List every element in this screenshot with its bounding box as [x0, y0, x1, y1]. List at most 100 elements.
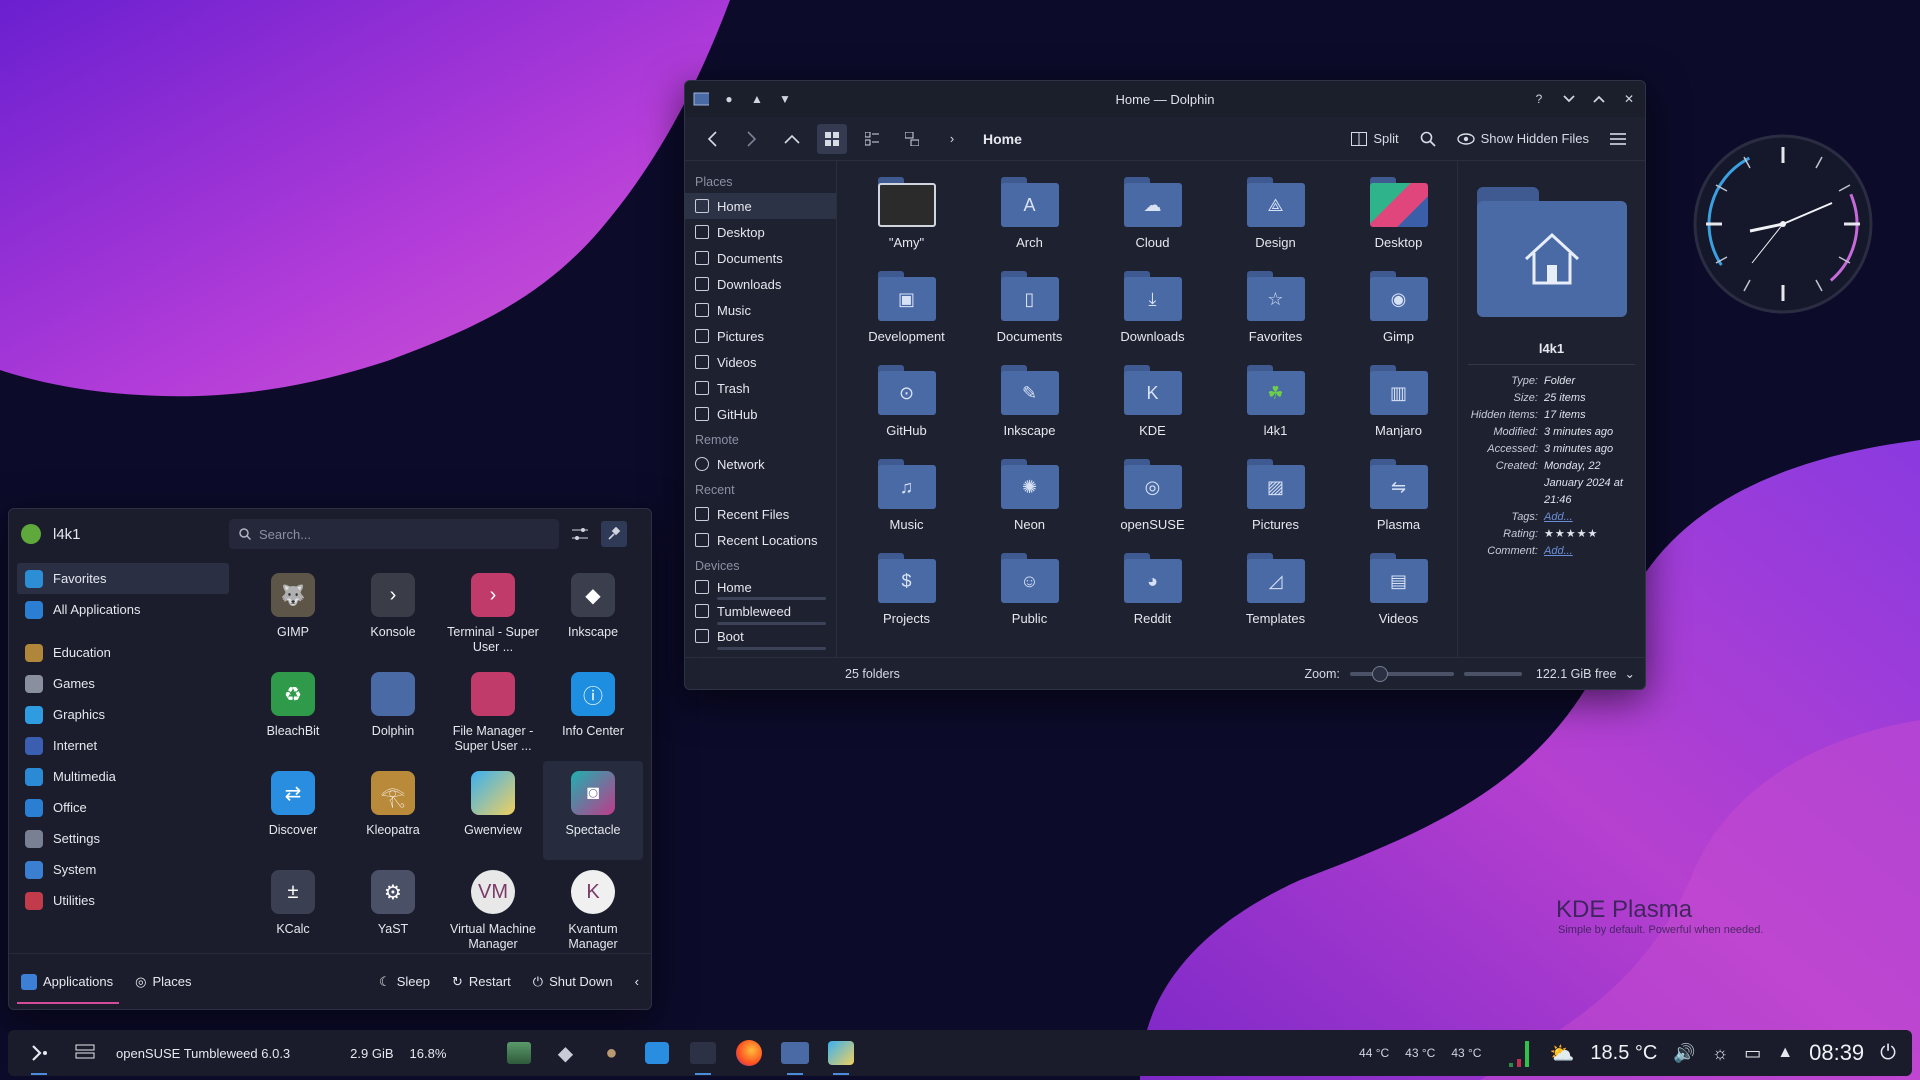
place-recent-locations[interactable]: Recent Locations	[685, 527, 836, 553]
app-spectacle[interactable]: ◙ Spectacle	[543, 761, 643, 860]
pin-button[interactable]	[601, 521, 627, 547]
shutdown-button[interactable]: ⏻ Shut Down	[533, 974, 613, 990]
category-favorites[interactable]: Favorites	[17, 563, 229, 594]
zoom-slider[interactable]	[1349, 665, 1454, 682]
compact-view-button[interactable]	[857, 124, 887, 154]
up-button[interactable]	[777, 124, 807, 154]
add-tags-link[interactable]: Add...	[1544, 509, 1635, 526]
memory-usage[interactable]: 2.9 GiB	[350, 1046, 393, 1061]
forward-button[interactable]	[737, 124, 767, 154]
app-yast[interactable]: ⚙ YaST	[343, 860, 443, 959]
breadcrumb[interactable]: Home	[983, 131, 1022, 147]
place-home[interactable]: Home	[685, 193, 836, 219]
app-kcalc[interactable]: ± KCalc	[243, 860, 343, 959]
minimize-icon[interactable]	[1561, 91, 1577, 107]
launcher-button[interactable]	[24, 1038, 54, 1075]
folder-item[interactable]: ⟁ Design	[1214, 173, 1337, 267]
app-kvantum-manager[interactable]: K Kvantum Manager	[543, 860, 643, 959]
pager-button[interactable]	[70, 1038, 100, 1068]
search-button[interactable]	[1413, 124, 1443, 154]
system-tray-expand-icon[interactable]: ▲	[1777, 1044, 1793, 1062]
category-internet[interactable]: Internet	[17, 730, 229, 761]
place-network[interactable]: Network	[685, 451, 836, 477]
avatar[interactable]	[21, 524, 41, 544]
launcher-search-input[interactable]: Search...	[229, 519, 559, 549]
taskbar-image-viewer[interactable]	[504, 1038, 534, 1068]
category-settings[interactable]: Settings	[17, 823, 229, 854]
maximize-icon[interactable]	[1591, 91, 1607, 107]
app-terminal-super-user[interactable]: › Terminal - Super User ...	[443, 563, 543, 662]
restart-button[interactable]: ↻ Restart	[452, 974, 511, 990]
folder-item[interactable]: ◕ Reddit	[1091, 549, 1214, 643]
folder-item[interactable]: ▣ Development	[845, 267, 968, 361]
display-settings-icon[interactable]: ▭	[1744, 1043, 1761, 1064]
taskbar-dolphin[interactable]	[780, 1038, 810, 1075]
folder-item[interactable]: ▯ Documents	[968, 267, 1091, 361]
folder-item[interactable]: ☘ l4k1	[1214, 361, 1337, 455]
place-github[interactable]: GitHub	[685, 401, 836, 427]
place-music[interactable]: Music	[685, 297, 836, 323]
category-office[interactable]: Office	[17, 792, 229, 823]
app-virtual-machine-manager[interactable]: VM Virtual Machine Manager	[443, 860, 543, 959]
app-bleachbit[interactable]: ♻ BleachBit	[243, 662, 343, 761]
show-hidden-files-button[interactable]: Show Hidden Files	[1453, 124, 1593, 154]
taskbar-system-monitor[interactable]	[688, 1038, 718, 1075]
place-documents[interactable]: Documents	[685, 245, 836, 271]
app-gimp[interactable]: 🐺 GIMP	[243, 563, 343, 662]
split-button[interactable]: Split	[1347, 124, 1402, 154]
icons-view-button[interactable]	[817, 123, 847, 154]
taskbar-firefox[interactable]	[734, 1038, 764, 1068]
app-discover[interactable]: ⇄ Discover	[243, 761, 343, 860]
folder-item[interactable]: ▨ Pictures	[1214, 455, 1337, 549]
taskbar-gwenview[interactable]	[826, 1038, 856, 1075]
keep-on-all-desktops-icon[interactable]: ●	[721, 91, 737, 107]
folder-item[interactable]: $ Projects	[845, 549, 968, 643]
device-boot[interactable]: Boot	[685, 625, 836, 647]
dolphin-titlebar[interactable]: ● ▲ ▼ Home — Dolphin ? ✕	[685, 81, 1645, 117]
folder-item[interactable]: ☺ Public	[968, 549, 1091, 643]
configure-button[interactable]	[567, 521, 593, 547]
category-multimedia[interactable]: Multimedia	[17, 761, 229, 792]
folder-item[interactable]: ☆ Favorites	[1214, 267, 1337, 361]
night-color-icon[interactable]: ☼	[1712, 1043, 1729, 1064]
help-icon[interactable]: ?	[1531, 91, 1547, 107]
folder-item[interactable]: ⤓ Downloads	[1091, 267, 1214, 361]
folder-item[interactable]: ◿ Templates	[1214, 549, 1337, 643]
folder-item[interactable]: ✎ Inkscape	[968, 361, 1091, 455]
sleep-button[interactable]: ☾ Sleep	[379, 974, 430, 990]
weather-temperature[interactable]: 18.5 °C	[1590, 1042, 1657, 1065]
device-tumbleweed[interactable]: Tumbleweed	[685, 600, 836, 622]
folder-item[interactable]: ⇋ Plasma	[1337, 455, 1460, 549]
place-recent-files[interactable]: Recent Files	[685, 501, 836, 527]
weather-icon[interactable]: ⛅	[1549, 1041, 1574, 1066]
category-education[interactable]: Education	[17, 637, 229, 668]
place-pictures[interactable]: Pictures	[685, 323, 836, 349]
clock-time[interactable]: 08:39	[1809, 1040, 1864, 1066]
category-games[interactable]: Games	[17, 668, 229, 699]
analog-clock-widget[interactable]	[1692, 133, 1874, 315]
keep-below-icon[interactable]: ▼	[777, 91, 793, 107]
device-home[interactable]: Home	[685, 577, 836, 597]
folder-item[interactable]: A Arch	[968, 173, 1091, 267]
category-all-applications[interactable]: All Applications	[17, 594, 229, 625]
category-graphics[interactable]: Graphics	[17, 699, 229, 730]
place-desktop[interactable]: Desktop	[685, 219, 836, 245]
taskbar-gimp[interactable]: ●	[596, 1038, 626, 1068]
place-downloads[interactable]: Downloads	[685, 271, 836, 297]
app-inkscape[interactable]: ◆ Inkscape	[543, 563, 643, 662]
folder-item[interactable]: ▤ Videos	[1337, 549, 1460, 643]
keep-above-icon[interactable]: ▲	[749, 91, 765, 107]
app-dolphin[interactable]: Dolphin	[343, 662, 443, 761]
folder-item[interactable]: ◉ Gimp	[1337, 267, 1460, 361]
place-videos[interactable]: Videos	[685, 349, 836, 375]
power-icon[interactable]: ⏻	[1880, 1042, 1896, 1065]
back-button[interactable]	[697, 124, 727, 154]
volume-icon[interactable]: 🔊	[1673, 1043, 1695, 1064]
app-gwenview[interactable]: Gwenview	[443, 761, 543, 860]
taskbar-inkscape[interactable]: ◆	[550, 1038, 580, 1068]
app-konsole[interactable]: › Konsole	[343, 563, 443, 662]
folder-item[interactable]: ⊙ GitHub	[845, 361, 968, 455]
category-system[interactable]: System	[17, 854, 229, 885]
folder-item[interactable]: ♫ Music	[845, 455, 968, 549]
rating-stars[interactable]: ★★★★★	[1544, 526, 1635, 543]
